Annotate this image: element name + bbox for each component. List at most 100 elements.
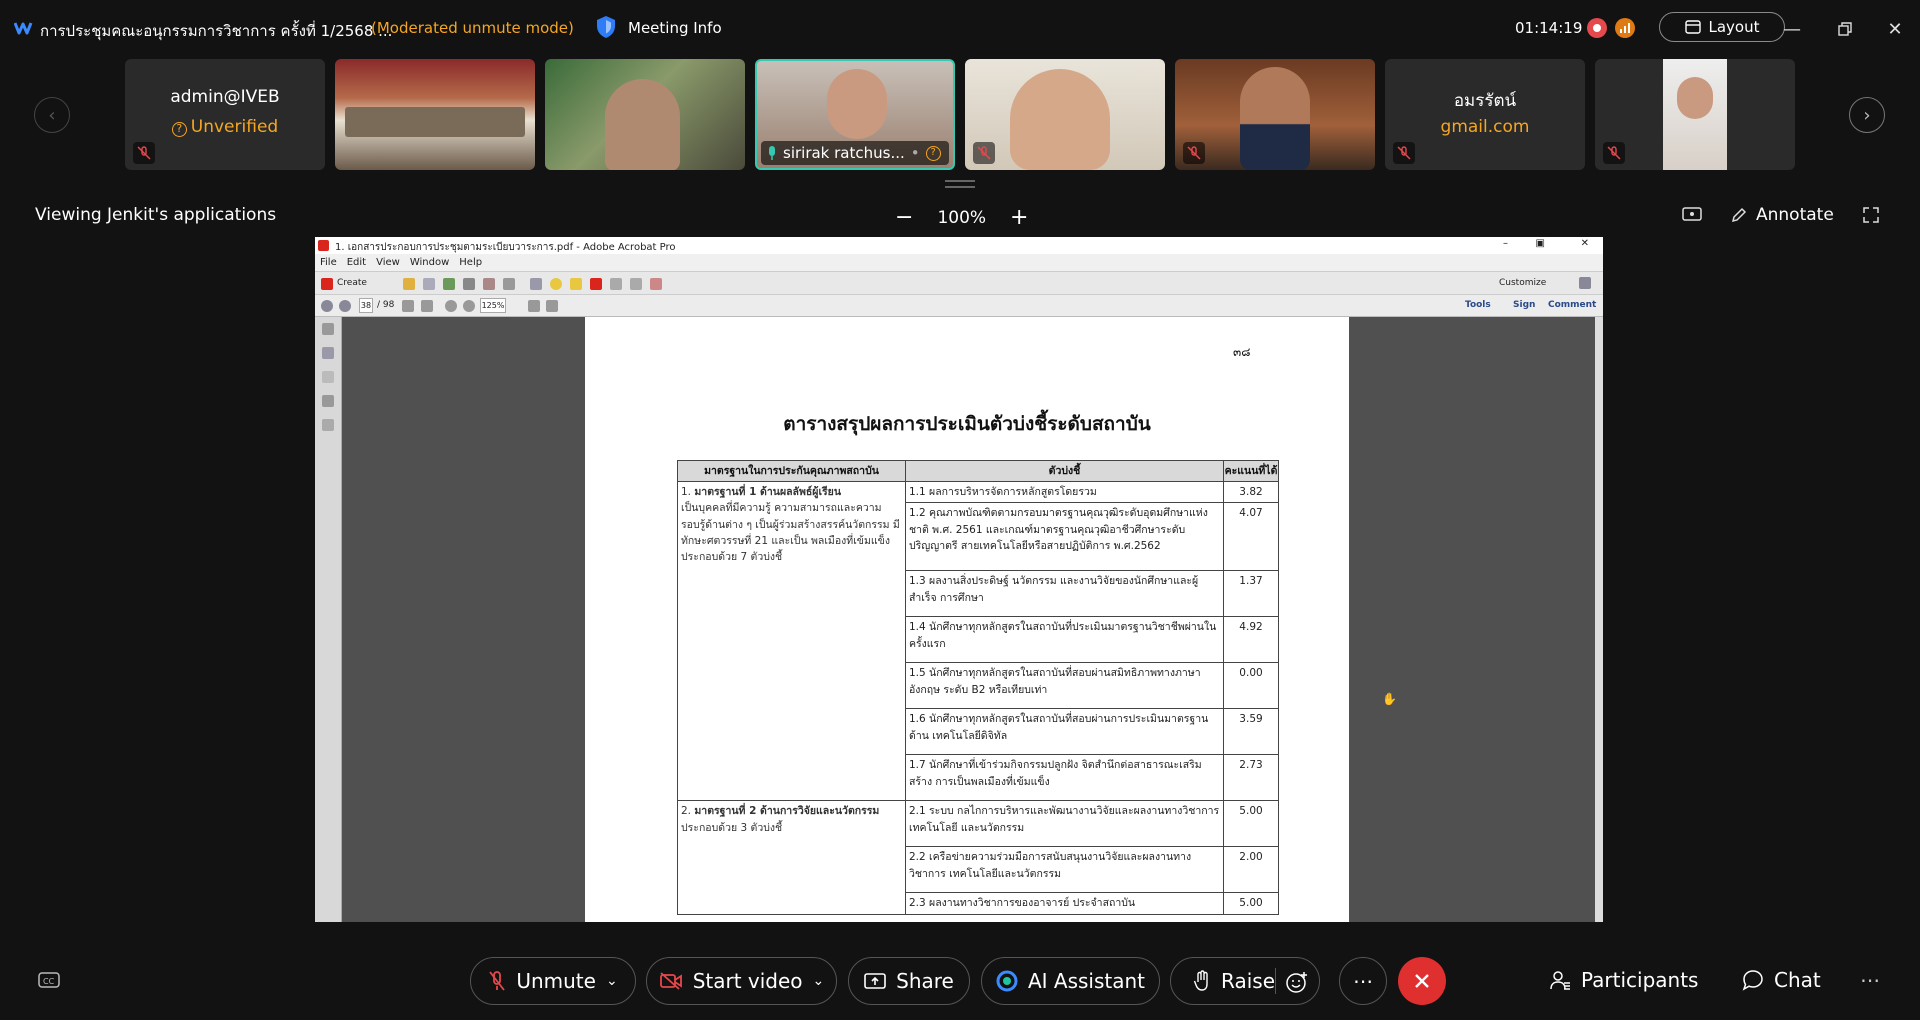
prev-page-icon[interactable] [321,300,333,312]
acrobat-restore-icon[interactable]: ▣ [1536,238,1545,249]
comment-icon[interactable] [550,278,562,290]
zoom-out-icon[interactable] [445,300,457,312]
acrobat-minimize-icon[interactable]: – [1503,238,1508,249]
page-thumbnails-icon[interactable] [322,323,334,335]
participant-tile-4[interactable]: sirirak ratchus... • ? [755,59,955,170]
compare-icon[interactable] [610,278,622,290]
unmute-button[interactable]: Unmute ⌄ [470,957,636,1005]
zoom-in-icon[interactable] [463,300,475,312]
restore-icon[interactable] [1833,17,1857,41]
score-cell: 3.59 [1223,708,1279,756]
zoom-in-button[interactable]: + [1010,205,1028,230]
standard-description: เป็นบุคคลที่มีความรู้ ความสามารถและความร… [681,502,900,564]
hand-icon [1193,970,1211,992]
chevron-down-icon[interactable]: ⌄ [813,973,825,989]
hand-tool-icon[interactable] [421,300,433,312]
create-button[interactable]: Create [337,278,367,288]
share-button[interactable]: Share [848,957,970,1005]
zoom-out-button[interactable]: − [895,205,913,230]
combine-icon[interactable] [650,278,662,290]
pen-icon [1730,206,1748,224]
zoom-select[interactable]: 125% [480,298,506,313]
open-icon[interactable] [403,278,415,290]
layers-icon[interactable] [322,395,334,407]
strip-next-button[interactable]: › [1849,97,1885,133]
menu-file[interactable]: File [320,257,337,271]
indicator-cell: 2.3 ผลงานทางวิชาการของอาจารย์ ประจำสถาบั… [905,892,1224,915]
comment-tab[interactable]: Comment [1548,300,1596,310]
chat-icon [1742,969,1764,991]
network-status-icon[interactable] [1615,18,1635,38]
tools-tab[interactable]: Tools [1465,300,1491,310]
save-icon[interactable] [423,278,435,290]
menu-help[interactable]: Help [459,257,482,271]
participant-tile-6[interactable] [1175,59,1375,170]
menu-window[interactable]: Window [410,257,449,271]
acrobat-scrollbar[interactable] [1595,317,1603,922]
participant-tile-8[interactable] [1595,59,1795,170]
svg-text:CC: CC [43,977,55,986]
raise-hand-button[interactable]: Raise [1170,957,1320,1005]
chat-button[interactable]: Chat [1742,968,1821,992]
attachments-icon[interactable] [322,371,334,383]
fit-page-icon[interactable] [528,300,540,312]
next-page-icon[interactable] [339,300,351,312]
stamp-icon[interactable] [590,278,602,290]
more-icon[interactable]: ⋯ [1860,968,1880,992]
participant-tile-5[interactable] [965,59,1165,170]
recording-icon[interactable] [1587,18,1607,38]
hand-cursor-icon: ✋ [1382,692,1397,706]
participant-tile-1[interactable]: admin@IVEB ? Unverified [125,59,325,170]
strip-prev-button[interactable]: ‹ [34,97,70,133]
sign-tab[interactable]: Sign [1513,300,1535,310]
participant-video [1010,69,1110,170]
customize-button[interactable]: Customize [1499,278,1546,288]
layout-button[interactable]: Layout [1659,12,1785,42]
reactions-icon[interactable] [1285,970,1309,994]
participants-icon [1549,969,1571,991]
acrobat-close-icon[interactable]: ✕ [1581,238,1589,249]
start-video-button[interactable]: Start video ⌄ [646,957,837,1005]
participant-tile-2[interactable] [335,59,535,170]
close-icon[interactable]: ✕ [1883,17,1907,41]
document-canvas[interactable]: ๓๘ ตารางสรุปผลการประเมินตัวบ่งชี้ระดับสถ… [342,317,1595,922]
indicator-cell: 1.5 นักศึกษาทุกหลักสูตรในสถาบันที่สอบผ่า… [905,662,1224,710]
email-icon[interactable] [503,278,515,290]
settings-icon[interactable] [530,278,542,290]
fullscreen-icon[interactable] [1862,206,1880,224]
print-icon[interactable] [463,278,475,290]
menu-view[interactable]: View [376,257,400,271]
indicator-cell: 1.2 คุณภาพบัณฑิตตามกรอบมาตรฐานคุณวุฒิระด… [905,502,1224,572]
participant-video [1663,59,1727,170]
full-screen-icon[interactable] [546,300,558,312]
chevron-down-icon[interactable]: ⌄ [606,973,618,989]
participant-tile-3[interactable] [545,59,745,170]
viewing-label: Viewing Jenkit's applications [35,205,277,225]
ai-assistant-button[interactable]: AI Assistant [981,957,1160,1005]
highlight-icon[interactable] [570,278,582,290]
table-row: 1. มาตรฐานที่ 1 ด้านผลลัพธ์ผู้เรียน เป็น… [677,480,1279,802]
shield-icon[interactable] [595,15,617,39]
bookmarks-icon[interactable] [322,347,334,359]
annotate-button[interactable]: Annotate [1730,205,1834,225]
upload-icon[interactable] [443,278,455,290]
menu-edit[interactable]: Edit [347,257,366,271]
resize-handle[interactable] [945,180,975,188]
remote-control-icon[interactable] [1681,206,1703,224]
leave-meeting-button[interactable] [1398,957,1446,1005]
select-tool-icon[interactable] [402,300,414,312]
signatures-icon[interactable] [322,419,334,431]
expand-icon[interactable] [1579,277,1591,289]
edit-icon[interactable] [483,278,495,290]
captions-icon[interactable]: CC [38,971,60,989]
muted-mic-icon [973,142,995,164]
indicator-cell: 2.1 ระบบ กลไกการบริหารและพัฒนางานวิจัยแล… [905,800,1224,848]
participants-button[interactable]: Participants [1549,968,1698,992]
export-icon[interactable] [630,278,642,290]
table-header: มาตรฐานในการประกันคุณภาพสถาบัน [677,460,906,482]
meeting-info-button[interactable]: Meeting Info [628,19,722,37]
minimize-icon[interactable]: — [1780,17,1804,41]
participant-tile-7[interactable]: อมรรัตน์ gmail.com [1385,59,1585,170]
page-number-input[interactable]: 38 [359,298,373,313]
more-options-button[interactable]: ⋯ [1339,957,1387,1005]
